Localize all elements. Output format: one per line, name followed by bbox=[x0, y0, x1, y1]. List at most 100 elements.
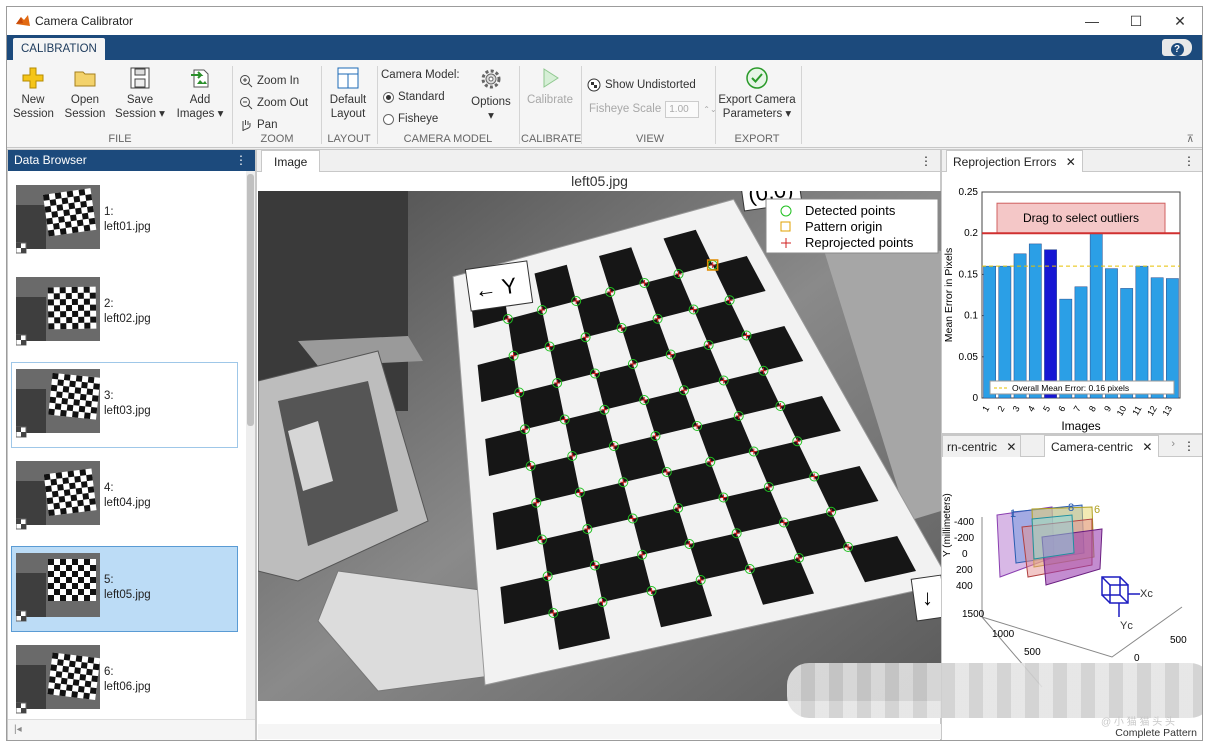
open-session-button[interactable]: Open Session bbox=[63, 66, 107, 121]
fisheye-scale-input[interactable]: 1.00 bbox=[665, 100, 700, 118]
data-browser-item[interactable]: 2: left02.jpg bbox=[11, 270, 238, 356]
tab-scroll-right-icon[interactable]: › bbox=[1171, 438, 1175, 450]
close-tab-icon[interactable]: ✕ bbox=[1006, 440, 1016, 454]
board-pose bbox=[1031, 514, 1075, 560]
x-tick-label: 6 bbox=[1056, 404, 1067, 413]
zoom-section-label: ZOOM bbox=[260, 133, 294, 145]
standard-radio[interactable]: Standard bbox=[383, 88, 445, 106]
calibrate-button[interactable]: Calibrate bbox=[523, 66, 577, 107]
data-browser-item[interactable]: 6: left06.jpg bbox=[11, 638, 238, 724]
reprojection-errors-chart[interactable]: 0 0.05 0.1 0.15 0.2 0.25 Drag to select outlie… bbox=[942, 172, 1203, 434]
data-browser-scrollbar[interactable] bbox=[246, 171, 255, 719]
data-browser-item[interactable]: 1: left01.jpg bbox=[11, 178, 238, 264]
add-images-label-1: Add bbox=[189, 94, 211, 106]
y-tick-label: 0.25 bbox=[959, 187, 979, 198]
y-axis-annotation: ← Y bbox=[464, 260, 534, 312]
image-index: 6: bbox=[104, 666, 114, 678]
close-button[interactable]: ✕ bbox=[1158, 13, 1202, 30]
data-browser-panel: Data Browser ⋮ 1: left01.jpg 2: left02.jpg 3… bbox=[7, 149, 256, 740]
zoom-in-button[interactable]: Zoom In bbox=[239, 72, 299, 90]
image-filename: left03.jpg bbox=[104, 405, 151, 417]
tab-calibration[interactable]: CALIBRATION bbox=[13, 38, 105, 60]
board-number: 8 bbox=[1068, 502, 1074, 514]
kebab-menu-icon[interactable]: ⋮ bbox=[235, 150, 247, 171]
tab-pattern-centric[interactable]: rn-centric ✕ bbox=[942, 435, 1022, 457]
calibration-image[interactable]: (0,0) ← Y ↓ Detected points Pattern orig… bbox=[258, 191, 941, 701]
zoom-out-button[interactable]: Zoom Out bbox=[239, 94, 308, 112]
kebab-menu-icon[interactable]: ⋮ bbox=[1183, 150, 1195, 172]
y-axis-label: Y (millimeters) bbox=[942, 493, 953, 557]
error-bar bbox=[1089, 232, 1103, 399]
pan-hand-icon bbox=[242, 120, 251, 132]
save-session-label-1: Save bbox=[126, 94, 154, 106]
tab-pattern-centric-label: rn-centric bbox=[947, 440, 998, 454]
thumbnail-image bbox=[16, 645, 100, 714]
tab-image[interactable]: Image bbox=[261, 150, 321, 172]
legend-detected-points: Detected points bbox=[805, 203, 896, 218]
status-text: Complete Pattern bbox=[1115, 727, 1197, 739]
y-tick-label: 0.1 bbox=[964, 311, 978, 322]
camera-calibrator-window: Camera Calibrator — ☐ ✕ CALIBRATION ? Ne… bbox=[6, 6, 1203, 741]
error-bar bbox=[1028, 243, 1042, 399]
default-layout-button[interactable]: Default Layout bbox=[325, 66, 371, 121]
data-browser-item[interactable]: 3: left03.jpg bbox=[11, 362, 238, 448]
new-session-button[interactable]: New Session bbox=[13, 66, 54, 121]
error-bar bbox=[1166, 278, 1179, 399]
pan-button[interactable]: Pan bbox=[239, 116, 277, 134]
scroll-first-icon[interactable]: |◂ bbox=[14, 724, 22, 735]
z-tick: 1000 bbox=[992, 629, 1015, 640]
legend-pattern-origin: Pattern origin bbox=[805, 219, 882, 234]
data-browser-header: Data Browser ⋮ bbox=[8, 150, 255, 171]
data-browser-title: Data Browser bbox=[14, 153, 87, 167]
gear-icon bbox=[481, 69, 501, 89]
show-undistorted-button[interactable]: Show Undistorted bbox=[587, 76, 696, 94]
data-browser-item[interactable]: 5: left05.jpg bbox=[11, 546, 238, 632]
add-images-button[interactable]: Add Images ▾ bbox=[173, 66, 227, 121]
ribbon-divider bbox=[321, 66, 322, 144]
x-tick-label: 2 bbox=[995, 404, 1006, 413]
image-index: 2: bbox=[104, 298, 114, 310]
view-section-label: VIEW bbox=[635, 133, 665, 145]
window-title: Camera Calibrator bbox=[35, 14, 134, 28]
tab-camera-centric[interactable]: Camera-centric ✕ bbox=[1044, 435, 1160, 457]
export-camera-parameters-button[interactable]: Export Camera Parameters ▾ bbox=[717, 66, 797, 121]
thumbnail-image bbox=[16, 277, 100, 346]
x-tick-label: 8 bbox=[1087, 404, 1098, 413]
x-tick-label: 4 bbox=[1026, 404, 1037, 413]
ribbon-divider bbox=[801, 66, 802, 144]
x-tick-label: 1 bbox=[980, 404, 991, 413]
collapse-ribbon-icon[interactable]: ⊼ bbox=[1187, 134, 1194, 145]
tab-reprojection-errors[interactable]: Reprojection Errors ✕ bbox=[946, 150, 1083, 172]
save-session-button[interactable]: Save Session ▾ bbox=[113, 66, 167, 121]
kebab-menu-icon[interactable]: ⋮ bbox=[1183, 435, 1195, 457]
scrollbar-thumb[interactable] bbox=[247, 174, 254, 426]
standard-radio-dot bbox=[383, 91, 394, 103]
x-tick: 500 bbox=[1170, 635, 1187, 646]
thumbnail-label: 6: left06.jpg bbox=[104, 665, 151, 695]
image-horizontal-scrollbar[interactable] bbox=[258, 724, 941, 739]
calibrate-section-label: CALIBRATE bbox=[521, 133, 582, 145]
kebab-menu-icon[interactable]: ⋮ bbox=[920, 150, 932, 172]
options-button[interactable]: Options ▾ bbox=[467, 66, 515, 123]
zoom-in-label: Zoom In bbox=[257, 75, 300, 87]
ribbon-toolstrip: New Session Open Session Save Session ▾ … bbox=[7, 60, 1202, 148]
add-images-label-2: Images ▾ bbox=[176, 108, 224, 120]
zoom-in-icon bbox=[240, 75, 253, 88]
show-undistorted-label: Show Undistorted bbox=[605, 79, 696, 91]
thumbnail-image bbox=[16, 553, 100, 622]
minimize-button[interactable]: — bbox=[1070, 13, 1114, 29]
open-session-label-1: Open bbox=[70, 94, 100, 106]
layout-grid-icon bbox=[337, 67, 359, 89]
standard-radio-label: Standard bbox=[398, 91, 445, 103]
fisheye-radio[interactable]: Fisheye bbox=[383, 110, 438, 128]
image-panel: Image ⋮ left05.jpg (0,0) ← Y bbox=[256, 149, 941, 740]
help-button[interactable]: ? bbox=[1162, 39, 1192, 56]
maximize-button[interactable]: ☐ bbox=[1114, 13, 1158, 30]
export-label-1: Export Camera bbox=[718, 94, 796, 106]
close-tab-icon[interactable]: ✕ bbox=[1142, 440, 1152, 454]
close-tab-icon[interactable]: ✕ bbox=[1066, 155, 1076, 169]
add-images-icon bbox=[191, 69, 209, 88]
data-browser-item[interactable]: 4: left04.jpg bbox=[11, 454, 238, 540]
thumbnail-image bbox=[16, 185, 100, 254]
image-index: 5: bbox=[104, 574, 114, 586]
